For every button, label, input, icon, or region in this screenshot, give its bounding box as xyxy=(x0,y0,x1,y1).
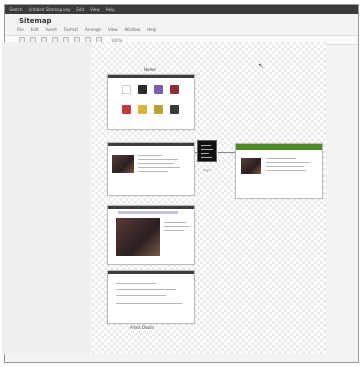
menu-file[interactable]: File xyxy=(17,27,24,32)
screen-band[interactable] xyxy=(107,205,195,265)
menu-view[interactable]: View xyxy=(108,27,118,32)
os-bar-item[interactable]: View xyxy=(90,7,100,12)
artist-photo xyxy=(241,158,261,174)
screen-topbar xyxy=(108,206,194,209)
band-photo xyxy=(116,218,160,256)
screen-topbar xyxy=(108,75,194,78)
album-tile xyxy=(122,85,131,94)
os-bar-item[interactable]: Help xyxy=(106,7,115,12)
text-line xyxy=(266,158,296,159)
left-sidebar xyxy=(2,42,90,354)
menu-format[interactable]: Format xyxy=(64,27,78,32)
menubar: File Edit Insert Format Arrange View Win… xyxy=(17,27,156,32)
text-line xyxy=(118,211,178,214)
screen-topbar xyxy=(236,144,322,150)
text-line xyxy=(164,226,190,227)
text-line xyxy=(116,283,156,284)
artist-photo xyxy=(112,155,134,173)
text-line xyxy=(138,159,178,160)
screen-topbar xyxy=(108,143,194,146)
text-line xyxy=(138,171,168,172)
screen-artist[interactable] xyxy=(107,142,195,196)
album-tile xyxy=(122,105,131,114)
album-tile xyxy=(154,85,163,94)
screen-home[interactable] xyxy=(107,74,195,130)
text-line xyxy=(138,155,162,156)
text-line xyxy=(116,289,176,290)
text-line xyxy=(266,166,304,167)
os-bar-item[interactable]: Sketch xyxy=(9,7,22,12)
album-tile xyxy=(170,85,179,94)
flow-connector xyxy=(218,152,235,153)
text-line xyxy=(164,230,184,231)
os-title-bar: Sketch Untitled Sitemap.key Edit View He… xyxy=(5,5,358,14)
album-tile xyxy=(138,85,147,94)
screen-topbar xyxy=(108,271,194,274)
text-line xyxy=(164,222,186,223)
os-bar-item[interactable]: Edit xyxy=(76,7,84,12)
text-line xyxy=(116,303,182,304)
screen-footer[interactable] xyxy=(107,270,195,324)
text-line xyxy=(138,163,174,164)
flow-footer-label: Artist Detail xyxy=(130,325,154,330)
album-tile xyxy=(138,105,147,114)
os-bar-item[interactable]: Untitled Sitemap.key xyxy=(28,7,70,12)
text-line xyxy=(266,162,310,163)
document-title: Sitemap xyxy=(19,17,52,25)
text-line xyxy=(138,167,180,168)
text-line xyxy=(116,295,166,296)
album-tile xyxy=(154,105,163,114)
login-thumbnail[interactable] xyxy=(197,140,217,162)
mouse-cursor-icon: ↖ xyxy=(258,62,264,70)
flow-home-label: Home xyxy=(144,67,156,72)
menu-window[interactable]: Window xyxy=(125,27,141,32)
screen-detail[interactable] xyxy=(235,143,323,199)
menu-help[interactable]: Help xyxy=(147,27,156,32)
menu-arrange[interactable]: Arrange xyxy=(85,27,101,32)
menu-insert[interactable]: Insert xyxy=(45,27,56,32)
login-label: Login xyxy=(202,168,212,172)
text-line xyxy=(266,170,306,171)
album-tile xyxy=(170,105,179,114)
menu-edit[interactable]: Edit xyxy=(31,27,39,32)
